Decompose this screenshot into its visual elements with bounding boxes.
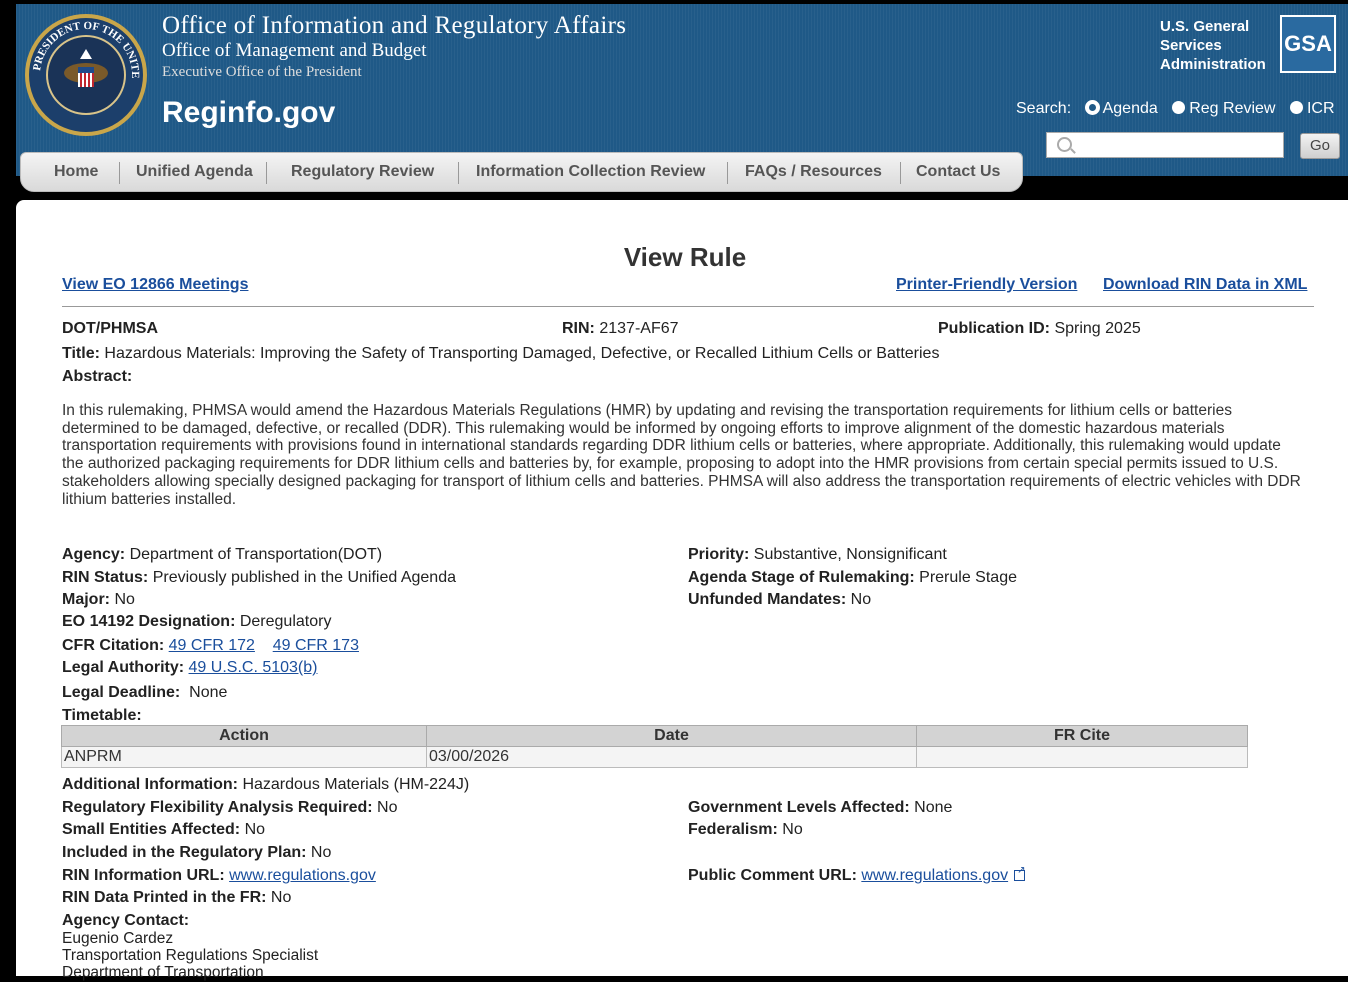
presidential-seal-logo: PRESIDENT OF THE UNITED STATES bbox=[24, 13, 147, 136]
small-entities-field: Small Entities Affected: No bbox=[62, 821, 266, 838]
rin-url-link[interactable]: www.regulations.gov bbox=[229, 867, 376, 884]
nav-faqs-resources[interactable]: FAQs / Resources bbox=[745, 163, 882, 181]
agency-contact-label: Agency Contact: bbox=[62, 912, 190, 929]
gsa-logo[interactable]: GSA bbox=[1280, 15, 1336, 73]
government-levels-field: Government Levels Affected: None bbox=[688, 799, 953, 816]
site-header: PRESIDENT OF THE UNITED STATES Office of… bbox=[16, 4, 1348, 176]
agenda-stage-field: Agenda Stage of Rulemaking: Prerule Stag… bbox=[688, 569, 1017, 586]
nav-information-collection-review[interactable]: Information Collection Review bbox=[476, 163, 705, 181]
rin-printed-field: RIN Data Printed in the FR: No bbox=[62, 889, 292, 906]
search-label: Search: bbox=[1016, 100, 1072, 117]
main-content: View Rule View EO 12866 Meetings Printer… bbox=[16, 200, 1348, 981]
radio-icon[interactable] bbox=[1172, 101, 1186, 114]
search-option-agenda[interactable]: Agenda bbox=[1085, 100, 1158, 118]
office-subtitle-2: Executive Office of the President bbox=[162, 64, 362, 80]
eo-designation-field: EO 14192 Designation: Deregulatory bbox=[62, 613, 332, 630]
search-input[interactable] bbox=[1046, 132, 1284, 158]
table-header-row: Action Date FR Cite bbox=[61, 725, 1248, 747]
search-option-icr[interactable]: ICR bbox=[1289, 100, 1335, 118]
external-link-icon bbox=[1014, 865, 1025, 881]
column-header: Action bbox=[61, 725, 427, 747]
rin-url-field: RIN Information URL: www.regulations.gov bbox=[62, 867, 376, 884]
timetable: Action Date FR Cite ANPRM 03/00/2026 bbox=[61, 725, 1248, 768]
cfr-link[interactable]: 49 CFR 172 bbox=[169, 637, 255, 654]
contact-title: Transportation Regulations Specialist bbox=[62, 947, 319, 964]
table-cell: ANPRM bbox=[61, 746, 427, 768]
search-options: Search: Agenda Reg Review ICR bbox=[1016, 100, 1335, 118]
rin-field: RIN: 2137-AF67 bbox=[562, 320, 679, 337]
regulatory-plan-field: Included in the Regulatory Plan: No bbox=[62, 844, 332, 861]
rin-status-field: RIN Status: Previously published in the … bbox=[62, 569, 456, 586]
column-header: Date bbox=[426, 725, 917, 747]
timetable-label: Timetable: bbox=[62, 707, 142, 724]
gsa-text-link[interactable]: U.S. General Services Administration bbox=[1160, 17, 1280, 74]
publication-id-field: Publication ID: Spring 2025 bbox=[938, 320, 1141, 337]
public-comment-link[interactable]: www.regulations.gov bbox=[861, 867, 1008, 884]
go-button[interactable]: Go bbox=[1300, 133, 1340, 159]
title-field: Title: Hazardous Materials: Improving th… bbox=[62, 345, 940, 362]
search-icon bbox=[1057, 137, 1072, 152]
column-header: FR Cite bbox=[916, 725, 1248, 747]
table-cell bbox=[916, 746, 1248, 768]
view-eo-meetings-link[interactable]: View EO 12866 Meetings bbox=[62, 276, 248, 294]
rfa-field: Regulatory Flexibility Analysis Required… bbox=[62, 799, 398, 816]
major-field: Major: No bbox=[62, 591, 135, 608]
table-cell: 03/00/2026 bbox=[426, 746, 917, 768]
cfr-citation-field: CFR Citation: 49 CFR 172 49 CFR 173 bbox=[62, 637, 359, 654]
nav-separator bbox=[119, 162, 120, 184]
unfunded-mandates-field: Unfunded Mandates: No bbox=[688, 591, 872, 608]
additional-info-field: Additional Information: Hazardous Materi… bbox=[62, 776, 470, 793]
site-name-link[interactable]: Reginfo.gov bbox=[162, 96, 335, 130]
nav-separator bbox=[727, 162, 728, 184]
nav-separator bbox=[266, 162, 267, 184]
abstract-label: Abstract: bbox=[62, 368, 133, 385]
federalism-field: Federalism: No bbox=[688, 821, 803, 838]
divider bbox=[62, 306, 1314, 307]
table-row: ANPRM 03/00/2026 bbox=[61, 746, 1248, 768]
nav-separator bbox=[458, 162, 459, 184]
radio-icon[interactable] bbox=[1289, 101, 1303, 114]
main-nav: Home Unified Agenda Regulatory Review In… bbox=[20, 152, 1023, 192]
nav-unified-agenda[interactable]: Unified Agenda bbox=[136, 163, 253, 181]
agency-field: Agency: Department of Transportation(DOT… bbox=[62, 546, 383, 563]
abstract-text: In this rulemaking, PHMSA would amend th… bbox=[62, 402, 1301, 508]
printer-friendly-link[interactable]: Printer-Friendly Version bbox=[896, 276, 1077, 294]
contact-department: Department of Transportation bbox=[62, 964, 264, 981]
office-subtitle: Office of Management and Budget bbox=[162, 40, 427, 61]
contact-name: Eugenio Cardez bbox=[62, 930, 174, 947]
nav-regulatory-review[interactable]: Regulatory Review bbox=[291, 163, 434, 181]
search-option-reg-review[interactable]: Reg Review bbox=[1172, 100, 1275, 118]
office-title: Office of Information and Regulatory Aff… bbox=[162, 12, 627, 39]
download-xml-link[interactable]: Download RIN Data in XML bbox=[1103, 276, 1307, 294]
nav-home[interactable]: Home bbox=[54, 163, 98, 181]
agency-code: DOT/PHMSA bbox=[62, 320, 158, 337]
legal-authority-field: Legal Authority: 49 U.S.C. 5103(b) bbox=[62, 659, 318, 676]
legal-authority-link[interactable]: 49 U.S.C. 5103(b) bbox=[189, 659, 318, 676]
public-comment-field: Public Comment URL: www.regulations.gov bbox=[688, 865, 1025, 885]
priority-field: Priority: Substantive, Nonsignificant bbox=[688, 546, 947, 563]
nav-contact-us[interactable]: Contact Us bbox=[916, 163, 1000, 181]
cfr-link[interactable]: 49 CFR 173 bbox=[273, 637, 359, 654]
legal-deadline-field: Legal Deadline: None bbox=[62, 684, 228, 701]
page-title: View Rule bbox=[623, 242, 747, 272]
nav-separator bbox=[900, 162, 901, 184]
radio-selected-icon[interactable] bbox=[1085, 101, 1099, 114]
